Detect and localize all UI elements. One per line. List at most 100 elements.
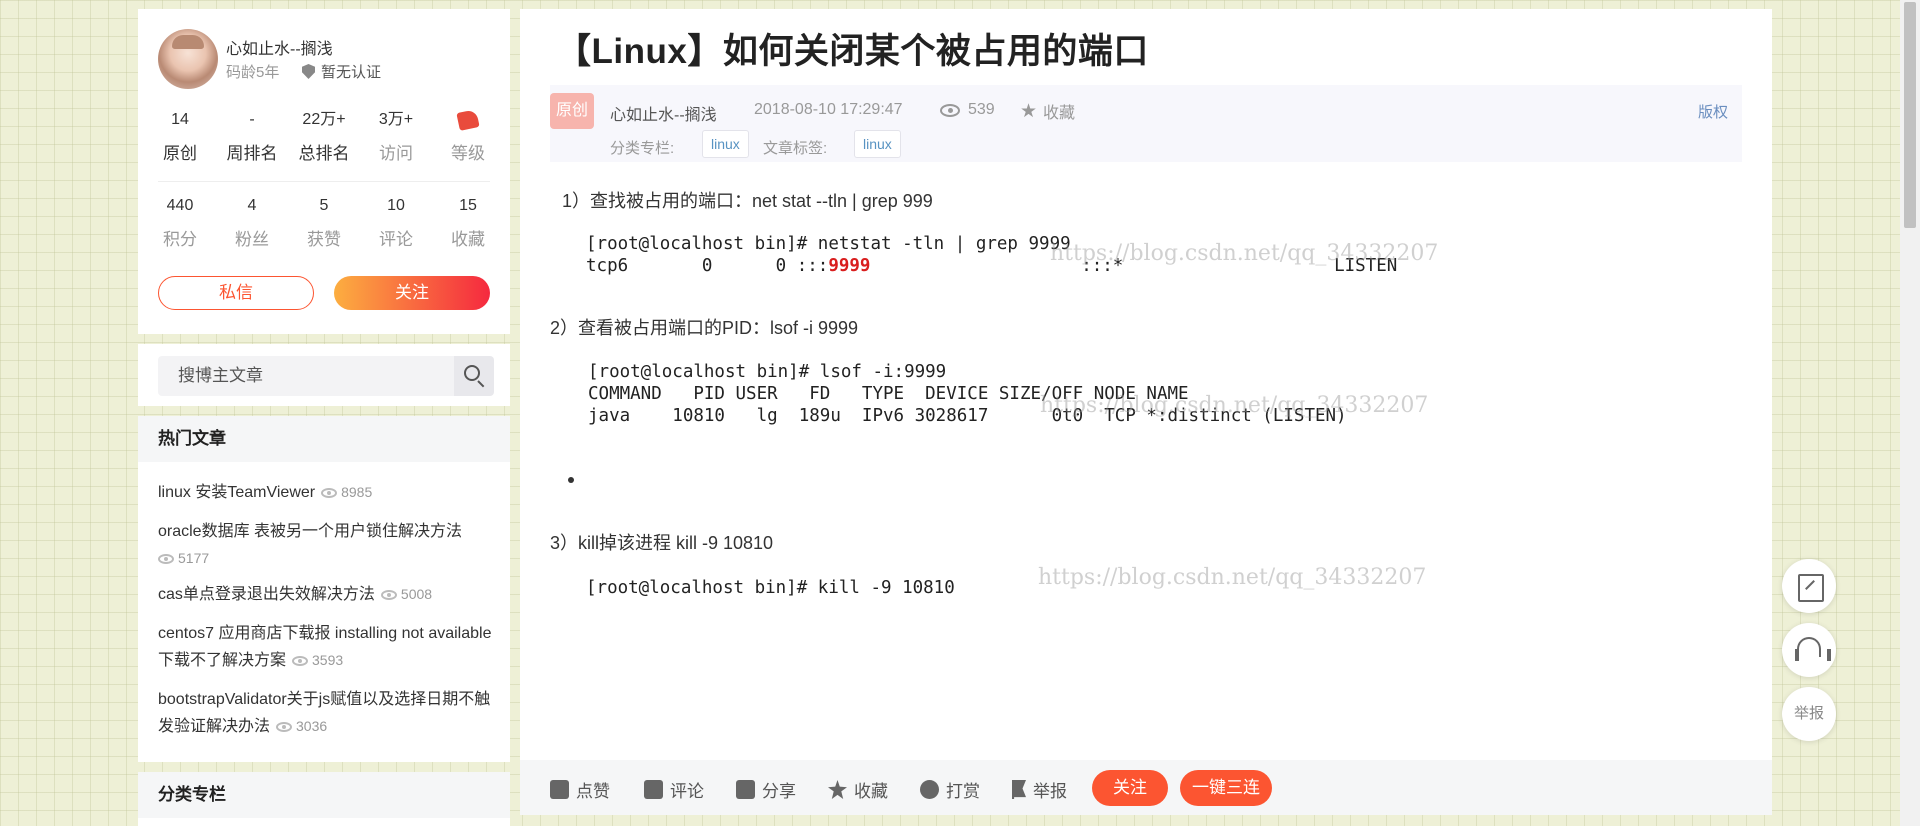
eye-icon [940,103,960,117]
stat-level[interactable]: 等级 [432,109,504,164]
report-button[interactable]: 举报 [1012,777,1067,802]
eye-icon [321,488,338,499]
stat-label: 总排名 [298,144,350,163]
stat-label: 评论 [379,230,413,249]
step-3: 3）kill掉该进程 kill -9 10810 [550,533,774,553]
stat-value: 440 [166,197,194,214]
scrollbar[interactable] [1900,0,1920,826]
stat-comments: 10 评论 [360,195,432,250]
code-line: [root@localhost bin]# netstat -tln | gre… [586,234,1071,254]
stat-value: 5 [319,197,329,214]
category-columns: 分类专栏 [138,772,510,826]
comment-button[interactable]: 评论 [644,777,704,802]
reward-button[interactable]: 打赏 [920,777,980,802]
hot-article-item[interactable]: bootstrapValidator关于js赋值以及选择日期不触发验证解决办法 3… [158,686,498,740]
hot-article-item[interactable]: oracle数据库 表被另一个用户锁住解决方法 5177 [158,518,498,572]
category-label: 分类专栏: [610,140,675,157]
stat-likes: 5 获赞 [288,195,360,250]
view-count-value: 3036 [296,718,328,734]
watermark: https://blog.csdn.net/qq_34332207 [1050,241,1439,266]
article: 【Linux】如何关闭某个被占用的端口 原创 心如止水--搁浅 2018-08-… [520,9,1772,815]
star-icon: ★ [1020,100,1038,122]
original-badge: 原创 [550,93,594,129]
stat-label: 粉丝 [235,230,269,249]
collect-button[interactable]: 收藏 [828,777,888,802]
eye-icon [292,656,309,667]
star-icon [828,780,847,799]
hot-article-title[interactable]: cas单点登录退出失效解决方法 [158,586,375,603]
category-tag[interactable]: linux [702,130,749,158]
meta-favorite-label: 收藏 [1043,105,1076,122]
article-tag[interactable]: linux [854,130,901,158]
triple-action-button[interactable]: 一键三连 [1180,770,1272,806]
port-highlight: 9999 [828,256,871,276]
view-count-value: 8985 [341,484,373,500]
stat-fans[interactable]: 4 粉丝 [216,195,288,250]
profile-card: 心如止水--搁浅 码龄5年 暂无认证 14 原创 - 周排名 22万+ 总排名 3万+… [138,9,510,334]
stats-row-1: 14 原创 - 周排名 22万+ 总排名 3万+ 访问 等级 [144,109,504,164]
publish-date: 2018-08-10 17:29:47 [754,101,903,118]
customer-service-icon[interactable] [1782,623,1836,677]
tag-label: 文章标签: [763,140,828,157]
author-name[interactable]: 心如止水--搁浅 [226,35,333,59]
stats-row-2: 440 积分 4 粉丝 5 获赞 10 评论 15 收藏 [144,195,504,250]
share-button[interactable]: 分享 [736,777,796,802]
hot-article-title[interactable]: oracle数据库 表被另一个用户锁住解决方法 [158,523,462,540]
stat-label: 获赞 [307,230,341,249]
stat-label: 访问 [379,144,413,163]
meta-author[interactable]: 心如止水--搁浅 [610,101,717,125]
hot-article-item[interactable]: centos7 应用商店下载报 installing not available… [158,620,498,674]
step-1: 1）查找被占用的端口：net stat --tln | grep 999 [562,191,933,211]
stat-value: 4 [247,197,257,214]
scrollbar-thumb[interactable] [1904,2,1916,228]
code-line: [root@localhost bin]# lsof -i:9999 [588,362,947,382]
stat-value: 3万+ [378,111,414,128]
stat-total-rank[interactable]: 22万+ 总排名 [288,109,360,164]
comment-label: 评论 [670,782,704,801]
search-icon-handle [477,380,485,388]
write-icon[interactable] [1782,559,1836,613]
stat-points: 440 积分 [144,195,216,250]
stat-label: 收藏 [451,230,485,249]
search-button[interactable] [454,356,494,396]
stat-value: 14 [171,111,189,128]
share-label: 分享 [762,782,796,801]
hot-article-title[interactable]: linux 安装TeamViewer [158,484,315,501]
yen-icon [920,780,939,799]
flag-icon [1012,780,1026,799]
hot-article-item[interactable]: linux 安装TeamViewer 8985 [158,479,498,506]
eye-icon [276,722,293,733]
view-count: 3036 [276,718,327,734]
stat-week-rank[interactable]: - 周排名 [216,109,288,164]
code-block-3: [root@localhost bin]# kill -9 10810 [586,577,955,599]
avatar[interactable] [158,29,218,89]
shield-icon [302,64,315,79]
view-count: 3593 [292,652,343,668]
stat-value: 10 [387,197,405,214]
collect-label: 收藏 [854,782,888,801]
meta-views: 539 [940,101,995,119]
stat-favorites: 15 收藏 [432,195,504,250]
meta-favorite-button[interactable]: ★ 收藏 [1020,99,1075,123]
stat-value [432,109,504,131]
divider [158,181,490,182]
blog-search: 搜博主文章 [138,344,510,406]
message-button[interactable]: 私信 [158,276,314,310]
follow-pill-button[interactable]: 关注 [1092,770,1168,806]
follow-button[interactable]: 关注 [334,276,490,310]
copyright-link[interactable]: 版权 [1698,101,1728,122]
float-report-button[interactable]: 举报 [1782,687,1836,741]
report-label: 举报 [1033,782,1067,801]
watermark: https://blog.csdn.net/qq_34332207 [1038,565,1427,590]
level-badge-icon [456,109,480,131]
stat-original[interactable]: 14 原创 [144,109,216,164]
view-count: 5008 [380,586,432,602]
like-button[interactable]: 点赞 [550,777,610,802]
stat-value: - [249,111,255,128]
category-columns-title: 分类专栏 [138,772,510,818]
hot-article-item[interactable]: cas单点登录退出失效解决方法 5008 [158,581,498,608]
stat-label: 积分 [163,230,197,249]
search-input[interactable]: 搜博主文章 [158,356,454,396]
like-label: 点赞 [576,782,610,801]
view-count: 8985 [321,484,372,500]
